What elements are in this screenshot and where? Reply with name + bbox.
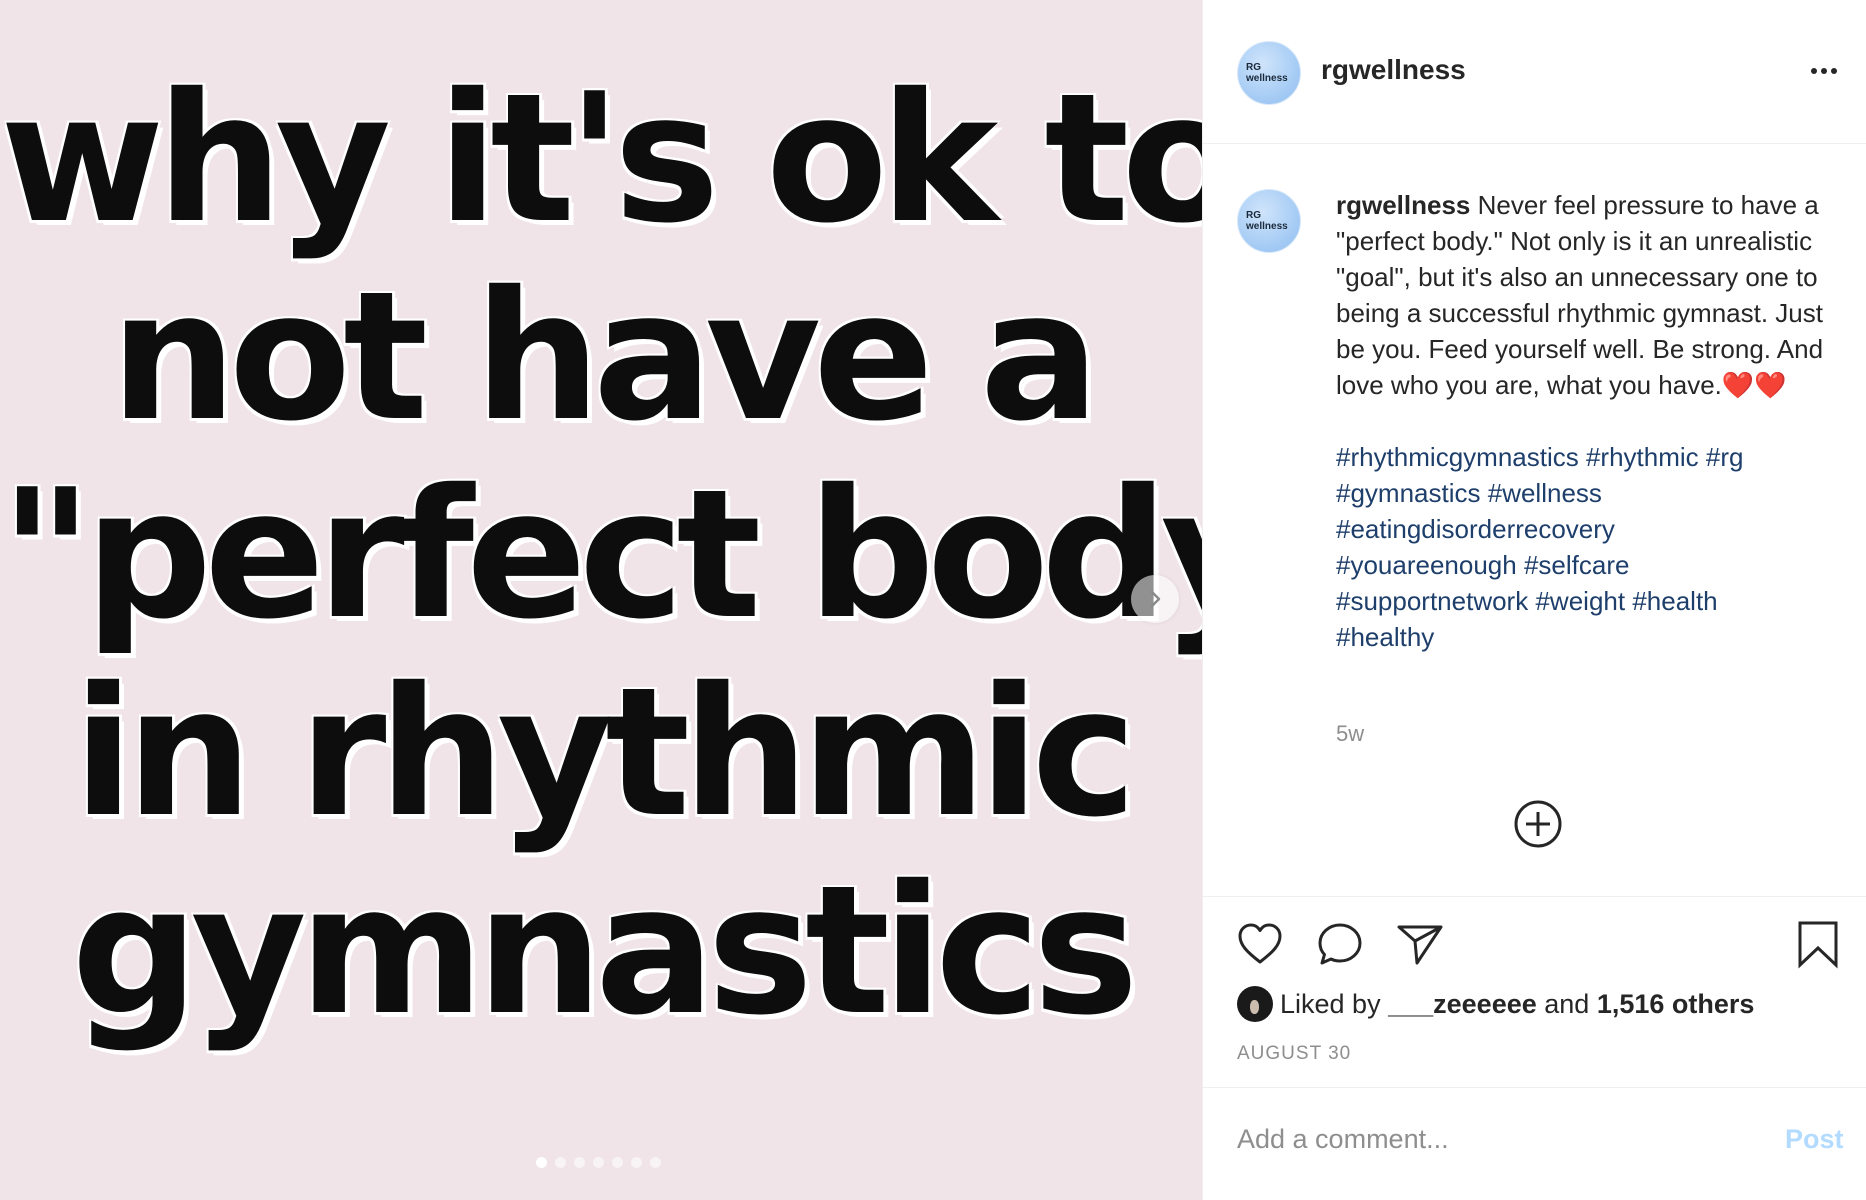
liker-username[interactable]: ___zeeeeee xyxy=(1388,989,1537,1019)
avatar-logo-text: RG xyxy=(1246,62,1261,73)
chevron-right-icon xyxy=(1150,590,1161,608)
comment-input[interactable] xyxy=(1237,1116,1737,1162)
others-count[interactable]: 1,516 others xyxy=(1597,989,1755,1019)
comment-icon[interactable] xyxy=(1315,919,1365,969)
hashtag-link[interactable]: #rhythmicgymnastics xyxy=(1336,442,1579,472)
hashtag-link[interactable]: #youareenough xyxy=(1336,550,1517,580)
heart-emoji: ❤️❤️ xyxy=(1721,370,1787,400)
caption-avatar[interactable]: RG wellness xyxy=(1237,189,1301,253)
load-more-comments-button[interactable] xyxy=(1512,798,1564,850)
add-circle-icon xyxy=(1514,800,1562,848)
slide-text: why it's ok to not have a "perfect body"… xyxy=(0,60,1202,1050)
hashtag-link[interactable]: #wellness xyxy=(1488,478,1602,508)
avatar-logo-text: wellness xyxy=(1246,73,1288,84)
post-header: RG wellness rgwellness xyxy=(1203,0,1866,144)
avatar[interactable]: RG wellness xyxy=(1237,41,1301,105)
hashtag-link[interactable]: #selfcare xyxy=(1524,550,1630,580)
carousel-dot xyxy=(650,1157,661,1168)
caption-text: Never feel pressure to have a "perfect b… xyxy=(1336,190,1824,400)
hashtag-link[interactable]: #healthy xyxy=(1336,622,1434,652)
action-bar: Liked by ___zeeeeee and 1,516 others AUG… xyxy=(1203,897,1866,1088)
avatar-logo-text: RG xyxy=(1246,210,1261,221)
avatar-logo-text: wellness xyxy=(1246,221,1288,232)
hashtag-link[interactable]: #rg xyxy=(1706,442,1744,472)
carousel-dot xyxy=(555,1157,566,1168)
carousel-dot xyxy=(574,1157,585,1168)
post-comment-button[interactable]: Post xyxy=(1785,1124,1844,1155)
next-slide-button[interactable] xyxy=(1131,575,1179,623)
liker-avatar[interactable] xyxy=(1237,986,1273,1022)
hashtag-list: #rhythmicgymnastics #rhythmic #rg #gymna… xyxy=(1336,439,1846,655)
post-sidebar: RG wellness rgwellness RG wellness rgwel… xyxy=(1202,0,1866,1200)
hashtag-link[interactable]: #health xyxy=(1632,586,1717,616)
post-caption: rgwellness Never feel pressure to have a… xyxy=(1336,187,1846,655)
slide-line: in rhythmic xyxy=(72,649,1137,856)
share-icon[interactable] xyxy=(1395,919,1445,969)
comments-section: RG wellness rgwellness Never feel pressu… xyxy=(1203,143,1866,897)
carousel-dot xyxy=(536,1157,547,1168)
caption-username[interactable]: rgwellness xyxy=(1336,190,1470,220)
caption-timestamp[interactable]: 5w xyxy=(1336,721,1364,747)
and-label: and xyxy=(1544,988,1590,1019)
slide-line: why it's ok to xyxy=(0,55,1202,262)
hashtag-link[interactable]: #gymnastics xyxy=(1336,478,1481,508)
hashtag-link[interactable]: #eatingdisorderrecovery xyxy=(1336,514,1615,544)
slide-line: gymnastics xyxy=(71,847,1138,1054)
likes-summary: Liked by ___zeeeeee and 1,516 others xyxy=(1237,986,1754,1022)
carousel-dot xyxy=(612,1157,623,1168)
carousel-dot xyxy=(593,1157,604,1168)
slide-line: not have a xyxy=(110,253,1100,460)
carousel-indicator xyxy=(536,1157,661,1168)
slide-line: "perfect body" xyxy=(0,451,1202,658)
bookmark-icon[interactable] xyxy=(1793,919,1843,969)
more-options-button[interactable] xyxy=(1809,58,1841,84)
hashtag-link[interactable]: #rhythmic xyxy=(1586,442,1699,472)
carousel-dot xyxy=(631,1157,642,1168)
more-horizontal-icon xyxy=(1811,68,1837,74)
heart-icon[interactable] xyxy=(1235,919,1285,969)
comment-form: Post xyxy=(1203,1088,1866,1200)
hashtag-link[interactable]: #weight xyxy=(1535,586,1625,616)
likes-text: Liked by ___zeeeeee and 1,516 others xyxy=(1280,989,1754,1020)
liked-by-label: Liked by xyxy=(1280,988,1381,1019)
header-username[interactable]: rgwellness xyxy=(1321,54,1466,86)
hashtag-link[interactable]: #supportnetwork xyxy=(1336,586,1528,616)
post-media[interactable]: why it's ok to not have a "perfect body"… xyxy=(0,0,1202,1200)
caption-body: rgwellness Never feel pressure to have a… xyxy=(1336,187,1846,403)
instagram-post: why it's ok to not have a "perfect body"… xyxy=(0,0,1866,1200)
post-date[interactable]: AUGUST 30 xyxy=(1237,1043,1351,1065)
